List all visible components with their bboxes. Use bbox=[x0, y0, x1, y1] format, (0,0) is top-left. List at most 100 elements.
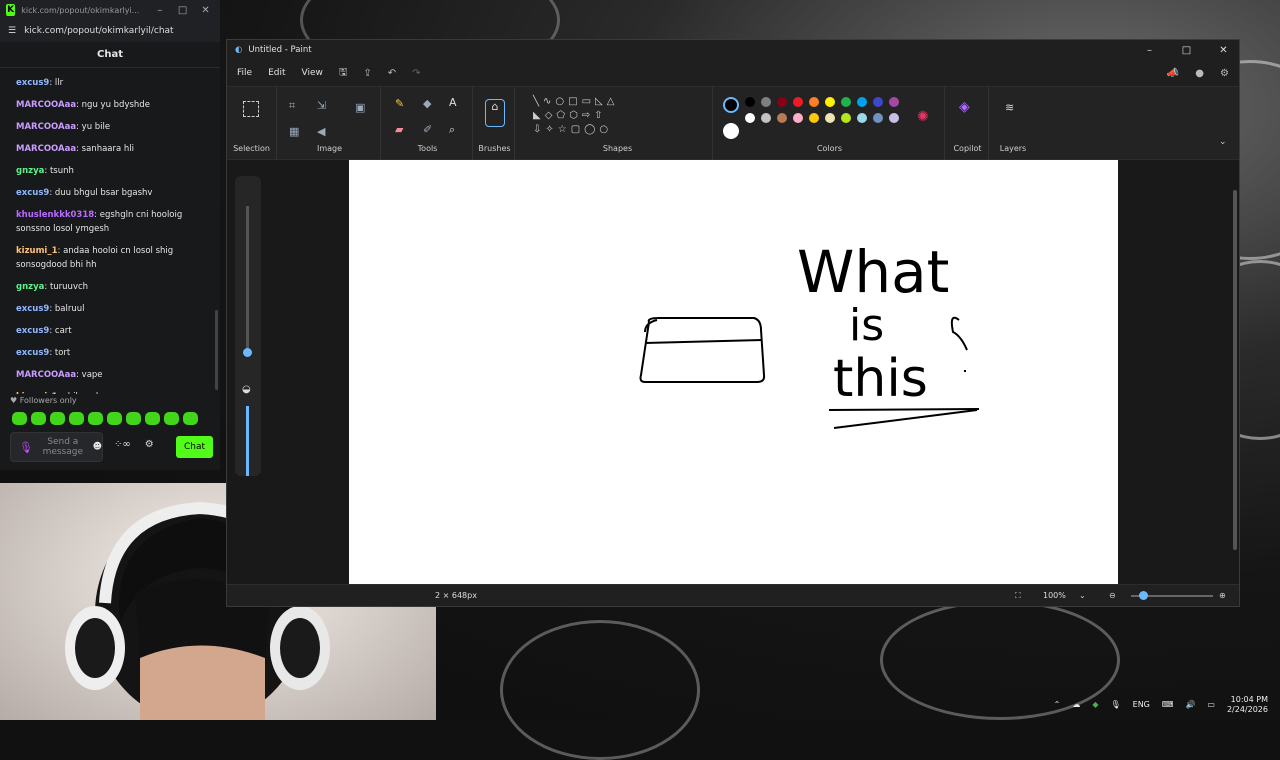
emote[interactable] bbox=[12, 412, 27, 425]
maximize-icon[interactable]: □ bbox=[174, 5, 191, 16]
emote[interactable] bbox=[145, 412, 160, 425]
drawing-canvas[interactable]: What is this bbox=[349, 160, 1118, 584]
clock[interactable]: 10:04 PM 2/24/2026 bbox=[1227, 695, 1268, 715]
brush-icon[interactable]: ⌂ bbox=[485, 99, 505, 127]
size-slider-track[interactable] bbox=[246, 206, 249, 356]
close-icon[interactable]: ✕ bbox=[197, 5, 214, 16]
zoom-slider[interactable] bbox=[1131, 595, 1213, 597]
fit-to-window-icon[interactable]: ⛶ bbox=[1015, 591, 1021, 601]
color-swatch[interactable] bbox=[777, 97, 787, 107]
chevron-down-icon[interactable]: ⌄ bbox=[1079, 591, 1086, 600]
color-swatch[interactable] bbox=[873, 97, 883, 107]
gear-icon[interactable]: ⚙ bbox=[145, 439, 154, 450]
chat-username[interactable]: excus9 bbox=[16, 188, 49, 198]
undo-icon[interactable]: ↶ bbox=[388, 68, 396, 79]
color-swatch[interactable] bbox=[841, 113, 851, 123]
minimize-icon[interactable]: – bbox=[1134, 45, 1165, 56]
chevron-down-icon[interactable]: ⌄ bbox=[1219, 137, 1227, 147]
magnifier-icon[interactable]: ⌕ bbox=[449, 123, 455, 137]
color-swatch[interactable] bbox=[809, 113, 819, 123]
menu-view[interactable]: View bbox=[302, 68, 323, 78]
feedback-icon[interactable]: 📣 bbox=[1167, 68, 1179, 79]
close-icon[interactable]: ✕ bbox=[1208, 45, 1239, 56]
chat-username[interactable]: MARCOOAaa bbox=[16, 100, 76, 110]
infinity-icon[interactable]: ⁘∞ bbox=[114, 439, 131, 450]
gear-icon[interactable]: ⚙ bbox=[1220, 68, 1229, 79]
color-swatch[interactable] bbox=[793, 97, 803, 107]
battery-icon[interactable]: ▭ bbox=[1207, 700, 1215, 709]
emote[interactable] bbox=[88, 412, 103, 425]
maximize-icon[interactable]: □ bbox=[1171, 45, 1202, 56]
color-swatch[interactable] bbox=[761, 113, 771, 123]
color-swatch[interactable] bbox=[889, 97, 899, 107]
emote[interactable] bbox=[126, 412, 141, 425]
chat-username[interactable]: excus9 bbox=[16, 326, 49, 336]
zoom-in-icon[interactable]: ⊕ bbox=[1219, 591, 1226, 600]
zoom-slider-knob[interactable] bbox=[1139, 591, 1148, 600]
color-swatch[interactable] bbox=[793, 113, 803, 123]
fill-icon[interactable]: ◆ bbox=[423, 97, 431, 110]
color-swatch[interactable] bbox=[809, 97, 819, 107]
color-swatch[interactable] bbox=[745, 113, 755, 123]
menu-edit[interactable]: Edit bbox=[268, 68, 285, 78]
resize-icon[interactable]: ⇲ bbox=[317, 99, 326, 112]
color-swatch[interactable] bbox=[889, 113, 899, 123]
canvas-scrollbar[interactable] bbox=[1233, 190, 1237, 550]
layers-icon[interactable]: ≋ bbox=[1005, 101, 1014, 114]
emote[interactable] bbox=[50, 412, 65, 425]
share-icon[interactable]: ⇪ bbox=[363, 68, 371, 79]
color-swatch[interactable] bbox=[857, 97, 867, 107]
emoji-icon[interactable]: ☻ bbox=[93, 442, 102, 452]
color-swatch[interactable] bbox=[841, 97, 851, 107]
volume-icon[interactable]: 🔊 bbox=[1185, 700, 1195, 709]
emote[interactable] bbox=[183, 412, 198, 425]
network-icon[interactable]: ⌨ bbox=[1162, 700, 1174, 709]
edit-colors-icon[interactable]: ✺ bbox=[917, 109, 929, 125]
emote[interactable] bbox=[107, 412, 122, 425]
eraser-icon[interactable]: ▰ bbox=[395, 123, 403, 136]
rotate-icon[interactable]: ◀ bbox=[317, 125, 325, 138]
account-icon[interactable]: ● bbox=[1195, 68, 1204, 79]
text-icon[interactable]: A bbox=[449, 96, 457, 109]
color-swatch[interactable] bbox=[745, 97, 755, 107]
chat-username[interactable]: MARCOOAaa bbox=[16, 122, 76, 132]
shapes-gallery[interactable]: ╲∿○□▭◺△◣◇⬠⬡⇨⇧⇩✧☆▢◯○ bbox=[533, 95, 618, 137]
chat-username[interactable]: kizumi_1 bbox=[16, 246, 58, 256]
chat-username[interactable]: MARCOOAaa bbox=[16, 370, 76, 380]
chat-username[interactable]: excus9 bbox=[16, 78, 49, 88]
redo-icon[interactable]: ↷ bbox=[412, 68, 420, 79]
emote[interactable] bbox=[69, 412, 84, 425]
chat-scrollbar[interactable] bbox=[215, 310, 218, 390]
chat-username[interactable]: kizumi_1 bbox=[16, 392, 58, 394]
background-remove-icon[interactable]: ▣ bbox=[355, 101, 365, 114]
color-1-swatch[interactable] bbox=[723, 97, 739, 113]
color-2-swatch[interactable] bbox=[723, 123, 739, 139]
microphone-icon[interactable]: 🎙 bbox=[1110, 700, 1120, 709]
color-swatch[interactable] bbox=[761, 97, 771, 107]
chat-urlbar[interactable]: ☰ kick.com/popout/okimkarlyil/chat bbox=[0, 20, 220, 42]
minimize-icon[interactable]: – bbox=[151, 5, 168, 16]
defender-icon[interactable]: ◆ bbox=[1092, 700, 1098, 709]
save-icon[interactable]: 🖫 bbox=[339, 65, 348, 82]
crop-icon[interactable]: ⌗ bbox=[289, 99, 295, 113]
language-indicator[interactable]: ENG bbox=[1133, 700, 1150, 709]
chat-username[interactable]: excus9 bbox=[16, 348, 49, 358]
selection-icon[interactable] bbox=[243, 101, 259, 117]
chat-username[interactable]: khuslenkkk0318 bbox=[16, 210, 94, 220]
color-swatch[interactable] bbox=[825, 97, 835, 107]
chat-username[interactable]: gnzya bbox=[16, 282, 44, 292]
emote[interactable] bbox=[31, 412, 46, 425]
chat-username[interactable]: gnzya bbox=[16, 166, 44, 176]
size-slider-knob[interactable] bbox=[243, 348, 252, 357]
chat-username[interactable]: excus9 bbox=[16, 304, 49, 314]
copilot-icon[interactable]: ◈ bbox=[959, 99, 970, 115]
onedrive-icon[interactable]: ☁ bbox=[1072, 700, 1080, 709]
chat-send-button[interactable]: Chat bbox=[176, 436, 213, 458]
zoom-out-icon[interactable]: ⊖ bbox=[1109, 591, 1116, 600]
site-settings-icon[interactable]: ☰ bbox=[8, 26, 16, 36]
chat-message-input[interactable]: 🎙 Send a message ☻ bbox=[10, 432, 103, 462]
opacity-slider-track[interactable] bbox=[246, 406, 249, 476]
pencil-icon[interactable]: ✎ bbox=[395, 97, 404, 110]
microphone-icon[interactable]: 🎙 bbox=[19, 441, 33, 454]
select-all-icon[interactable]: ▦ bbox=[289, 125, 299, 138]
